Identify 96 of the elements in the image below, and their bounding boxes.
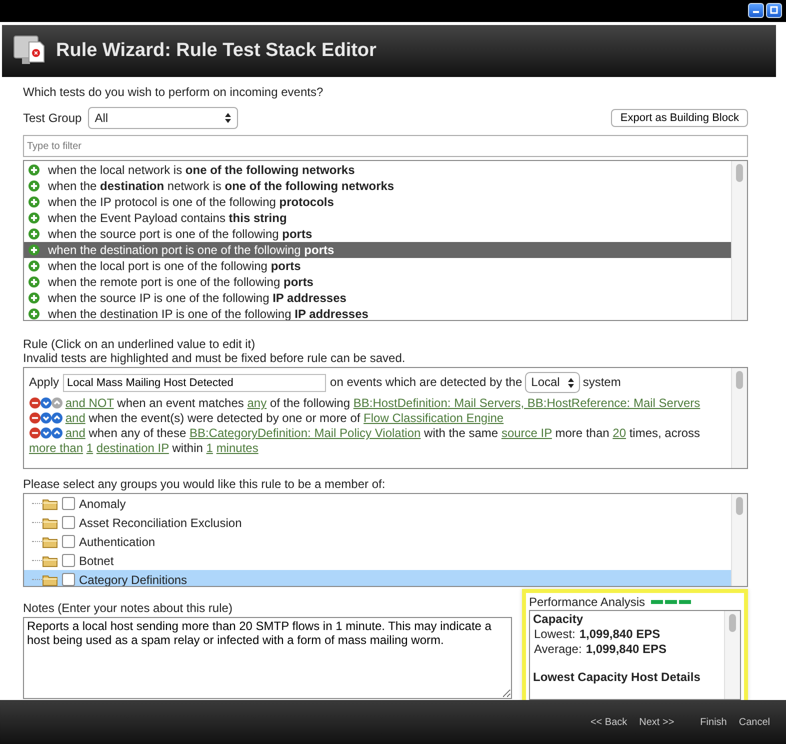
rule-link[interactable]: and: [65, 426, 86, 440]
folder-icon: [42, 498, 58, 510]
group-item[interactable]: Botnet: [24, 551, 731, 570]
rule-text: of the following: [270, 396, 350, 410]
folder-icon: [42, 536, 58, 548]
add-icon[interactable]: [28, 212, 40, 224]
add-icon[interactable]: [28, 180, 40, 192]
footer-button[interactable]: Cancel: [736, 716, 772, 728]
checkbox[interactable]: [62, 497, 75, 510]
test-item[interactable]: when the local port is one of the following ports: [24, 258, 731, 274]
rule-text: within: [172, 441, 203, 455]
test-item[interactable]: when the IP protocol is one of the following protocols: [24, 194, 731, 210]
rule-text: more than: [555, 426, 610, 440]
rule-link[interactable]: 1: [206, 441, 213, 455]
test-item[interactable]: when the source IP is one of the following IP addresses: [24, 290, 731, 306]
window-title: Rule Wizard: Rule Test Stack Editor: [56, 40, 376, 62]
groups-prompt: Please select any groups you would like this rule to be a member of:: [23, 477, 386, 491]
capacity-label: Average:: [534, 642, 582, 656]
spinner-arrows-icon: [568, 378, 574, 388]
system-label: system: [582, 375, 621, 389]
events-label: on events which are detected by the: [330, 375, 522, 389]
add-icon[interactable]: [28, 164, 40, 176]
group-item[interactable]: Authentication: [24, 532, 731, 551]
scrollbar[interactable]: [731, 368, 747, 468]
rule-link[interactable]: and NOT: [65, 396, 114, 410]
minimize-button[interactable]: [748, 2, 764, 18]
spinner-arrows-icon: [224, 113, 231, 123]
question-text: Which tests do you wish to perform on incoming events?: [23, 85, 324, 99]
add-icon[interactable]: [28, 308, 40, 320]
checkbox[interactable]: [62, 535, 75, 548]
footer-button[interactable]: Next >>: [637, 716, 676, 728]
export-button[interactable]: Export as Building Block: [611, 109, 748, 127]
field-label: Test Group: [23, 111, 82, 125]
filter-field[interactable]: Type to filter: [23, 135, 748, 157]
rule-text: when an event matches: [117, 396, 244, 410]
checkbox[interactable]: [62, 573, 75, 586]
scrollbar[interactable]: [724, 611, 740, 699]
test-item[interactable]: when the source port is one of the following ports: [24, 226, 731, 242]
notes-field[interactable]: Reports a local host sending more than 20 SMTP flows in 1 minute. This may indicate a host being used as a spam relay or infected with a form of mass mailing worm.: [23, 617, 512, 699]
rule-text: with the same: [424, 426, 498, 440]
test-item[interactable]: when the destination network is one of the following networks: [24, 178, 731, 194]
capacity-heading: Capacity: [533, 612, 584, 626]
add-icon[interactable]: [28, 196, 40, 208]
footer-button[interactable]: << Back: [588, 716, 630, 728]
test-item[interactable]: when the local network is one of the following networks: [24, 162, 731, 178]
folder-icon: [42, 516, 58, 528]
test-item[interactable]: when the Event Payload contains this string: [24, 210, 731, 226]
system-dropdown[interactable]: Local: [525, 372, 580, 393]
host-details-heading: Lowest Capacity Host Details: [533, 670, 702, 684]
folder-icon: [42, 554, 58, 566]
rule-link[interactable]: BB:CategoryDefinition: Mail Policy Violation: [189, 426, 421, 440]
add-icon[interactable]: [28, 292, 40, 304]
checkbox[interactable]: [62, 516, 75, 529]
rule-text: when any of these: [88, 426, 186, 440]
rule-link[interactable]: destination IP: [96, 441, 169, 455]
rule-name-field[interactable]: Local Mass Mailing Host Detected: [63, 374, 326, 392]
checkbox[interactable]: [62, 554, 75, 567]
rule-link[interactable]: Flow Classification Engine: [364, 411, 504, 425]
rule-link[interactable]: 20: [612, 426, 626, 440]
apply-label: Apply: [29, 375, 60, 389]
test-item[interactable]: when the remote port is one of the following ports: [24, 274, 731, 290]
scrollbar[interactable]: [731, 161, 747, 320]
capacity-label: Lowest:: [534, 627, 576, 641]
footer-button[interactable]: Finish: [698, 716, 729, 728]
rule-link[interactable]: source IP: [501, 426, 552, 440]
performance-title: Performance Analysis: [529, 595, 646, 609]
add-icon[interactable]: [28, 228, 40, 240]
folder-icon: [42, 574, 58, 586]
add-icon[interactable]: [28, 244, 40, 256]
rule-link[interactable]: 1: [86, 441, 94, 455]
group-item[interactable]: Anomaly: [24, 494, 731, 513]
test-item[interactable]: when the destination port is one of the following ports: [24, 242, 731, 258]
group-item[interactable]: Asset Reconciliation Exclusion: [24, 513, 731, 532]
rule-warning: Invalid tests are highlighted and must be fixed before rule can be saved.: [23, 351, 406, 365]
remove-icon[interactable]: [29, 397, 41, 409]
maximize-button[interactable]: [766, 2, 782, 18]
rule-hint: Rule (Click on an underlined value to edit it): [23, 337, 256, 351]
rule-link[interactable]: any: [247, 396, 267, 410]
rule-text: times, across: [629, 426, 700, 440]
rule-link[interactable]: minutes: [216, 441, 258, 455]
scrollbar[interactable]: [731, 494, 747, 586]
capacity-value: 1,099,840 EPS: [586, 642, 667, 656]
notes-label: Notes (Enter your notes about this rule): [23, 601, 234, 615]
maximize-icon: [770, 6, 778, 14]
add-icon[interactable]: [28, 260, 40, 272]
rule-link[interactable]: BB:HostDefinition: Mail Servers, BB:HostReference: Mail Servers: [353, 396, 700, 410]
rule-link[interactable]: more than: [29, 441, 84, 455]
group-item[interactable]: Category Definitions: [24, 570, 731, 586]
remove-icon[interactable]: [29, 412, 41, 424]
remove-icon[interactable]: [29, 427, 41, 439]
add-icon[interactable]: [28, 276, 40, 288]
rule-text: when the event(s) were detected by one or more of: [88, 411, 360, 425]
test-group-dropdown[interactable]: All: [88, 107, 238, 129]
capacity-value: 1,099,840 EPS: [579, 627, 660, 641]
performance-meter-icon: [651, 600, 692, 604]
rule-link[interactable]: and: [65, 411, 86, 425]
